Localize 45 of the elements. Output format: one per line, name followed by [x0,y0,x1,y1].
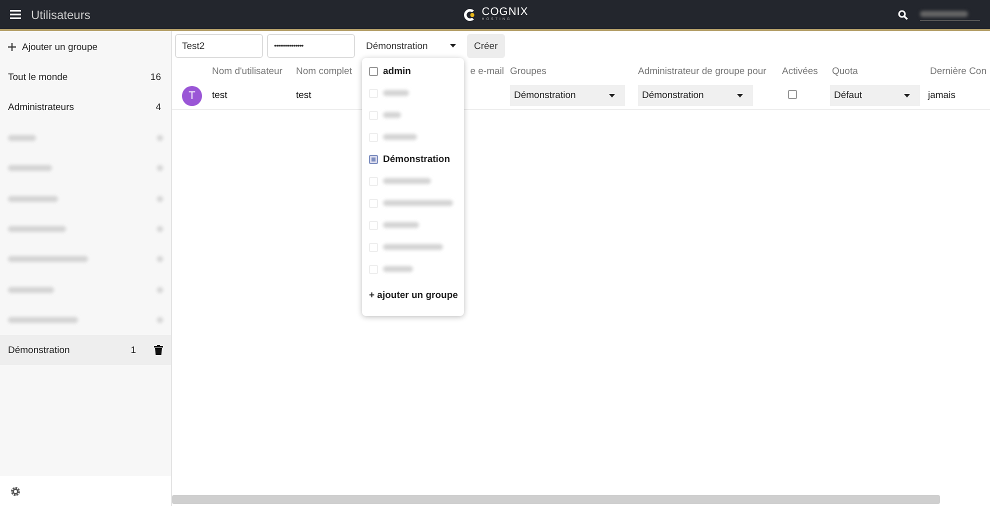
column-header: Nom d'utilisateur [212,66,282,76]
search-icon[interactable] [898,10,908,20]
plus-icon [8,43,16,52]
table-cell-text: test [296,90,312,101]
page-title: Utilisateurs [31,8,90,22]
enabled-checkbox[interactable] [788,90,797,98]
settings-icon[interactable] [10,486,21,496]
add-group-button[interactable]: Ajouter un groupe [0,32,171,62]
group-name: Tout le monde [8,72,69,83]
column-header: Administrateur de groupe pour [638,66,766,76]
caret-icon [609,94,615,98]
menu-icon[interactable] [10,10,21,19]
quota-select[interactable]: Défaut [830,85,920,106]
column-header: Nom complet [296,66,352,76]
column-header: Activées [782,66,818,76]
avatar: T [182,86,202,106]
caret-icon [904,94,910,98]
create-button[interactable]: Créer [467,34,505,58]
table-cell-text: test [212,90,228,101]
column-header: Groupes [510,66,546,76]
column-header: e e-mail [470,66,504,76]
caret-icon [737,94,743,98]
scrollbar[interactable] [172,495,940,504]
group-option[interactable]: Démonstration [362,148,464,170]
logo-name: COGNIX [482,7,528,18]
username-field[interactable]: Test2 [175,34,263,58]
group-item[interactable]: Tout le monde 16 [0,62,171,93]
table-cell-text: jamais [928,90,956,101]
trash-icon[interactable] [154,345,163,356]
blurred-account[interactable] [920,8,980,21]
group-name: Démonstration [8,344,71,356]
group-name: Administrateurs [8,102,75,114]
group-count: 4 [156,102,161,114]
caret-icon [450,44,456,48]
column-header: Dernière Con [930,66,986,76]
group-item[interactable]: Administrateurs 4 [0,92,171,123]
group-admin-select[interactable]: Démonstration [638,85,753,106]
group-select[interactable]: Démonstration [359,34,463,58]
group-option[interactable]: admin [362,60,464,82]
group-count: 16 [150,72,161,83]
column-header: Quota [832,66,858,76]
groups-select[interactable]: Démonstration [510,85,625,106]
group-item[interactable]: Démonstration 1 [0,334,171,366]
group-count: 1 [130,344,136,356]
add-group-option[interactable]: + ajouter un groupe [362,280,464,310]
